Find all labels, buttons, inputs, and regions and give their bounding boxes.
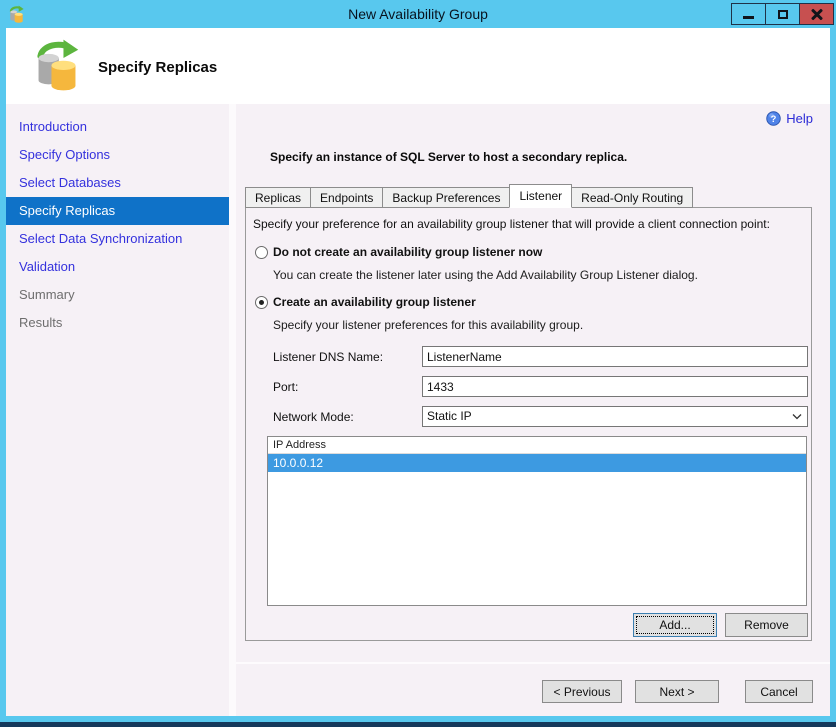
tab-strip: Replicas Endpoints Backup Preferences Li… [245,184,694,208]
listener-dns-name-input[interactable] [422,346,808,367]
wizard-header: Specify Replicas [6,28,830,104]
help-link[interactable]: ? Help [766,111,813,126]
radio-create-listener[interactable] [255,296,268,309]
window-controls [731,3,834,25]
sidebar-divider [229,104,236,716]
option-create-label[interactable]: Create an availability group listener [273,295,476,309]
add-button[interactable]: Add... [633,613,717,637]
sidebar-item-select-data-synchronization[interactable]: Select Data Synchronization [6,225,229,253]
radio-do-not-create-listener[interactable] [255,246,268,259]
port-input[interactable] [422,376,808,397]
wizard-steps-sidebar: Introduction Specify Options Select Data… [6,104,229,716]
page-instruction: Specify an instance of SQL Server to hos… [270,150,628,164]
close-button[interactable] [799,3,834,25]
help-label: Help [786,111,813,126]
sidebar-item-introduction[interactable]: Introduction [6,113,229,141]
ip-address-list: IP Address 10.0.0.12 [267,436,807,606]
replica-database-icon [37,39,79,91]
ip-address-row[interactable]: 10.0.0.12 [268,454,806,472]
sidebar-item-specify-replicas[interactable]: Specify Replicas [6,197,229,225]
network-mode-value: Static IP [427,409,472,423]
minimize-icon [743,16,754,19]
chevron-down-icon [792,414,802,420]
content-area: Introduction Specify Options Select Data… [6,104,830,716]
tab-endpoints[interactable]: Endpoints [310,187,384,208]
maximize-icon [777,9,788,19]
next-button[interactable]: Next > [635,680,719,703]
listener-dns-name-label: Listener DNS Name: [273,350,384,364]
sidebar-item-validation[interactable]: Validation [6,253,229,281]
sidebar-item-specify-options[interactable]: Specify Options [6,141,229,169]
cancel-button[interactable]: Cancel [745,680,813,703]
network-mode-select[interactable]: Static IP [422,406,808,427]
listener-intro-text: Specify your preference for an availabil… [253,217,770,231]
ip-address-column-header[interactable]: IP Address [268,437,806,454]
radio-dot [259,300,264,305]
tab-listener[interactable]: Listener [509,184,573,208]
titlebar: New Availability Group [0,0,836,28]
option-do-not-create-label[interactable]: Do not create an availability group list… [273,245,542,259]
new-availability-group-window: New Availability Group Specify Replicas … [0,0,836,727]
option-do-not-create-description: You can create the listener later using … [273,268,698,282]
remove-button[interactable]: Remove [725,613,808,637]
window-title: New Availability Group [348,6,488,22]
port-label: Port: [273,380,299,394]
tab-read-only-routing[interactable]: Read-Only Routing [571,187,694,208]
sidebar-item-select-databases[interactable]: Select Databases [6,169,229,197]
svg-text:?: ? [771,114,777,124]
tab-replicas[interactable]: Replicas [245,187,312,208]
maximize-button[interactable] [765,3,800,25]
option-create-description: Specify your listener preferences for th… [273,318,584,332]
tab-backup-preferences[interactable]: Backup Preferences [382,187,511,208]
previous-button[interactable]: < Previous [542,680,622,703]
help-icon: ? [766,111,781,126]
window-bottom-edge [0,722,836,727]
listener-tab-panel: Specify your preference for an availabil… [245,207,812,641]
page-title: Specify Replicas [98,59,218,76]
network-mode-label: Network Mode: [273,410,354,424]
main-pane: ? Help Specify an instance of SQL Server… [236,104,830,716]
minimize-button[interactable] [731,3,766,25]
close-icon [811,8,823,20]
dialog-body: Specify Replicas Introduction Specify Op… [6,28,830,716]
footer-divider [236,662,830,664]
sidebar-item-results: Results [19,315,63,330]
sidebar-item-summary: Summary [19,287,75,302]
